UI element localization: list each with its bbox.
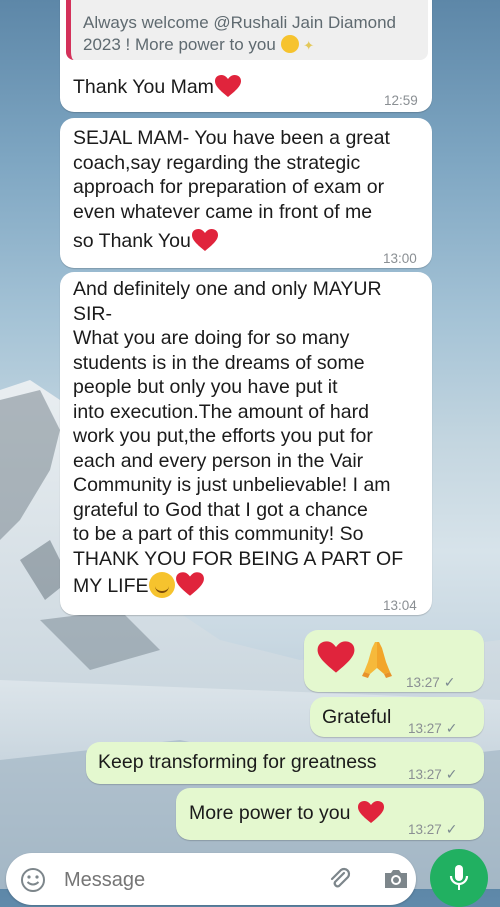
camera-icon[interactable] (382, 867, 410, 891)
read-check-icon: ✓ (445, 821, 458, 837)
heart-emoji-icon (175, 572, 204, 596)
message-time: 13:27 ✓ (408, 766, 458, 782)
message-time: 13:27 ✓ (408, 821, 458, 837)
message-bubble-outgoing[interactable]: Grateful 13:27 ✓ (310, 697, 484, 737)
quoted-text-line: Always welcome @Rushali Jain Diamond (83, 13, 396, 32)
quoted-text-line: 2023 ! More power to you ✦ (83, 35, 315, 54)
message-time: 13:27 ✓ (406, 674, 456, 690)
message-bubble[interactable]: SEJAL MAM- You have been a great coach,s… (60, 118, 432, 268)
read-check-icon: ✓ (443, 674, 456, 690)
folded-hands-emoji-icon (362, 642, 392, 678)
message-time: 12:59 (384, 93, 418, 108)
message-time: 13:00 (383, 251, 417, 266)
message-text: More power to you (189, 800, 385, 826)
heart-emoji-icon (357, 801, 384, 823)
message-text: Grateful (322, 706, 392, 728)
message-bubble[interactable]: And definitely one and only MAYUR SIR- W… (60, 272, 432, 615)
read-check-icon: ✓ (445, 720, 458, 736)
message-bubble-outgoing[interactable]: More power to you 13:27 ✓ (176, 788, 484, 840)
emoji-icon[interactable] (20, 867, 46, 893)
message-input-bar[interactable] (6, 853, 416, 905)
message-time: 13:27 ✓ (408, 720, 458, 736)
message-text: And definitely one and only MAYUR SIR- W… (73, 278, 404, 598)
message-bubble-outgoing[interactable]: Keep transforming for greatness 13:27 ✓ (86, 742, 484, 784)
message-bubble-outgoing[interactable]: 13:27 ✓ (304, 630, 484, 692)
mic-button[interactable] (430, 849, 488, 907)
smile-emoji-icon (148, 572, 175, 598)
message-text: Thank You Mam (73, 74, 242, 99)
message-input[interactable] (62, 865, 316, 895)
smile-emoji-icon (280, 35, 299, 53)
quoted-reply[interactable]: Always welcome @Rushali Jain Diamond 202… (66, 0, 428, 60)
message-time: 13:04 (383, 598, 417, 613)
heart-emoji-icon (317, 641, 355, 673)
heart-emoji-icon (191, 229, 218, 251)
read-check-icon: ✓ (445, 766, 458, 782)
heart-emoji-icon (214, 75, 241, 97)
message-text: SEJAL MAM- You have been a great coach,s… (73, 127, 390, 252)
sparkle-icon: ✦ (303, 38, 315, 53)
message-text: Keep transforming for greatness (98, 751, 377, 773)
